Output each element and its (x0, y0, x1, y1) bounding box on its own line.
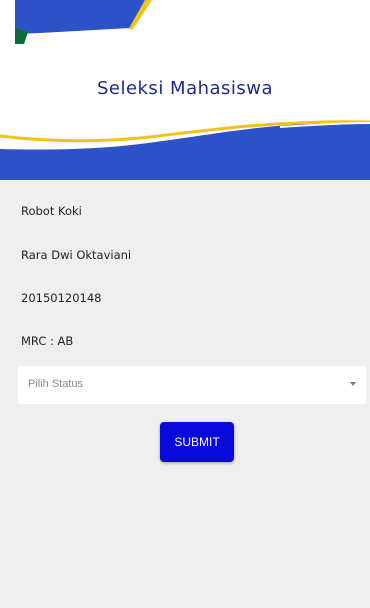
status-select[interactable]: Pilih Status (18, 366, 366, 404)
header: Seleksi Mahasiswa (0, 0, 370, 182)
header-wave (0, 120, 370, 182)
student-name: Rara Dwi Oktaviani (21, 248, 132, 262)
submit-button[interactable]: SUBMIT (160, 422, 234, 462)
mrc-label: MRC : AB (21, 334, 74, 348)
student-id: 20150120148 (21, 291, 102, 305)
top-decoration (15, 0, 152, 44)
status-select-value: Pilih Status (28, 378, 84, 390)
chevron-down-icon (350, 382, 356, 386)
robot-name: Robot Koki (21, 204, 82, 218)
page-title: Seleksi Mahasiswa (96, 78, 274, 99)
